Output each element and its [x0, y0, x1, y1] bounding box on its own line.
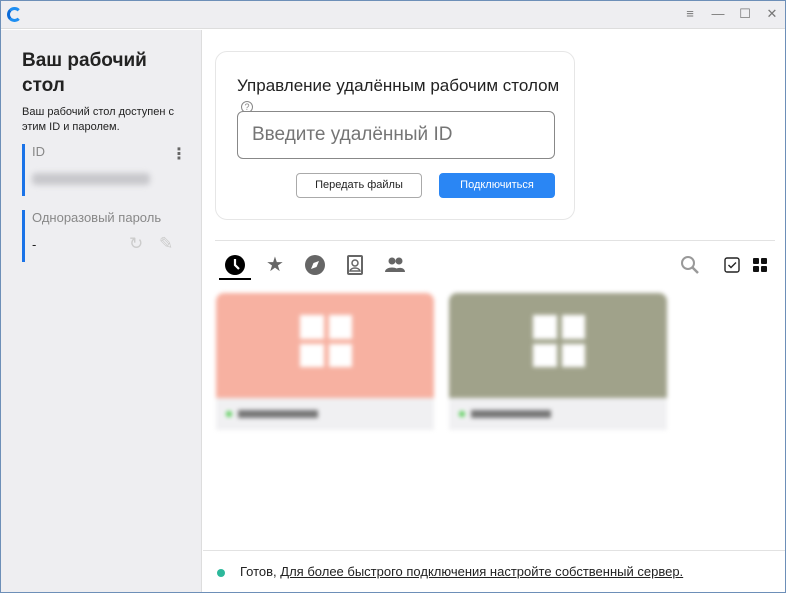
connect-button[interactable]: Подключиться — [439, 173, 555, 198]
windows-logo-icon — [533, 315, 585, 367]
refresh-icon[interactable]: ↻ — [129, 234, 143, 254]
password-label: Одноразовый пароль — [32, 210, 187, 225]
id-field: ID ⋮ — [22, 144, 187, 196]
peer-id-blurred — [471, 410, 551, 418]
maximize-button[interactable]: ☐ — [735, 6, 755, 22]
divider — [215, 240, 775, 241]
app-window: ≡ — ☐ ✕ Ваш рабочий стол Ваш рабочий сто… — [0, 0, 786, 593]
peer-id-blurred — [238, 410, 318, 418]
grid-view-icon[interactable] — [749, 254, 771, 276]
main-panel: Управление удалённым рабочим столом? Пер… — [203, 30, 785, 592]
edit-icon[interactable]: ✎ — [159, 234, 173, 254]
connect-title: Управление удалённым рабочим столом? — [237, 76, 574, 116]
status-text: Готов, — [240, 564, 280, 579]
more-options-icon[interactable]: ⋮ — [171, 144, 187, 164]
remote-id-input[interactable] — [237, 111, 555, 159]
peer-card[interactable] — [449, 293, 667, 433]
status-dot — [217, 569, 225, 577]
tab-discovered-compass-icon[interactable] — [304, 254, 326, 276]
sidebar: Ваш рабочий стол Ваш рабочий стол доступ… — [1, 30, 202, 592]
app-logo-icon — [7, 7, 22, 22]
minimize-button[interactable]: — — [708, 6, 728, 21]
online-status-dot — [226, 411, 232, 417]
sidebar-title: Ваш рабочий стол — [22, 48, 162, 98]
menu-button[interactable]: ≡ — [680, 6, 700, 21]
tab-recent-clock-icon[interactable] — [224, 254, 246, 276]
tab-group-people-icon[interactable] — [384, 254, 406, 276]
transfer-files-button[interactable]: Передать файлы — [296, 173, 422, 198]
search-icon[interactable] — [679, 254, 701, 276]
connect-title-text: Управление удалённым рабочим столом — [237, 76, 559, 95]
windows-logo-icon — [300, 315, 352, 367]
peer-card[interactable] — [216, 293, 434, 433]
close-button[interactable]: ✕ — [762, 6, 782, 22]
peer-card-thumbnail — [216, 293, 434, 398]
select-checkbox-icon[interactable] — [721, 254, 743, 276]
peer-card-footer — [216, 398, 434, 430]
online-status-dot — [459, 411, 465, 417]
title-bar: ≡ — ☐ ✕ — [1, 1, 785, 29]
status-bar: Готов, Для более быстрого подключения на… — [203, 550, 785, 592]
id-value-blurred[interactable] — [32, 173, 150, 185]
peer-card-footer — [449, 398, 667, 430]
tab-favorites-star-icon[interactable]: ★ — [264, 254, 286, 276]
active-tab-underline — [219, 278, 251, 280]
sidebar-description: Ваш рабочий стол доступен с этим ID и па… — [22, 105, 197, 135]
id-label: ID — [32, 144, 187, 159]
peer-card-thumbnail — [449, 293, 667, 398]
setup-server-link[interactable]: Для более быстрого подключения настройте… — [280, 564, 683, 579]
tab-address-book-icon[interactable] — [344, 254, 366, 276]
connect-card: Управление удалённым рабочим столом? Пер… — [215, 51, 575, 220]
password-field: Одноразовый пароль - ↻ ✎ — [22, 210, 187, 262]
